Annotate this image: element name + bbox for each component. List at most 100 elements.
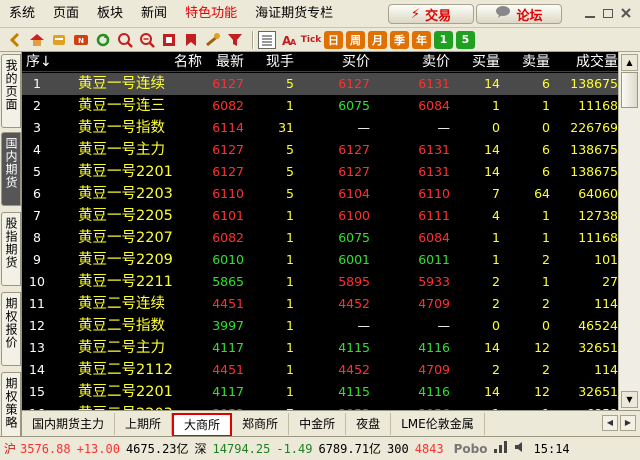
column-header-ask[interactable]: 卖价 — [402, 52, 450, 72]
table-row[interactable]: 13 黄豆二号主力 4117 1 4115 4116 14 12 32651 — [22, 337, 618, 359]
layers-icon[interactable] — [50, 31, 68, 49]
table-row[interactable]: 15 黄豆二号2201 4117 1 4115 4116 14 12 32651 — [22, 381, 618, 403]
tab-lme[interactable]: LME伦敦金属 — [391, 412, 485, 435]
table-row[interactable]: 5 黄豆一号2201 6127 5 6127 6131 14 6 138675 — [22, 161, 618, 183]
bookmark-icon[interactable] — [182, 31, 200, 49]
sidebar-tab-option-quotes[interactable]: 期权报价 — [1, 292, 21, 366]
period-year-button[interactable]: 年 — [412, 30, 431, 49]
period-month-button[interactable]: 月 — [368, 30, 387, 49]
table-row[interactable]: 6 黄豆一号2203 6110 5 6104 6110 7 64 64060 — [22, 183, 618, 205]
forum-button[interactable]: 论坛 — [476, 4, 562, 24]
tab-cffex[interactable]: 中金所 — [289, 412, 347, 435]
zoom-in-icon[interactable] — [116, 31, 134, 49]
home-icon[interactable] — [28, 31, 46, 49]
menu-featured[interactable]: 特色功能 — [176, 0, 246, 28]
tab-scroll-right-icon[interactable]: ▶ — [620, 415, 636, 431]
minimize-icon[interactable] — [582, 5, 598, 21]
row-bid-volume: 7 — [492, 186, 500, 201]
tab-shfe[interactable]: 上期所 — [115, 412, 173, 435]
toolbar: N AA Tick 日 周 月 季 年 1 5 — [0, 28, 640, 52]
table-row[interactable]: 4 黄豆一号主力 6127 5 6127 6131 14 6 138675 — [22, 139, 618, 161]
row-last-price: 4117 — [212, 384, 244, 399]
vertical-scrollbar[interactable]: ▲ ▼ — [618, 52, 640, 410]
tools-icon[interactable] — [204, 31, 222, 49]
menu-sector[interactable]: 板块 — [88, 0, 132, 28]
row-name: 黄豆一号2203 — [78, 186, 173, 202]
menu-system[interactable]: 系统 — [0, 0, 44, 28]
row-bid: 6127 — [338, 76, 370, 91]
row-ask-volume: 12 — [534, 384, 550, 399]
sidebar-tab-index-futures[interactable]: 股指期货 — [1, 212, 21, 286]
grid-icon[interactable] — [160, 31, 178, 49]
row-turnover: 138675 — [570, 142, 618, 157]
column-header-bid-volume[interactable]: 买量 — [462, 52, 500, 72]
period-5min-button[interactable]: 5 — [456, 30, 475, 49]
sidebar-tab-option-strategy[interactable]: 期权策略 — [1, 372, 21, 438]
table-row[interactable]: 9 黄豆一号2209 6010 1 6001 6011 1 2 101 — [22, 249, 618, 271]
menu-news[interactable]: 新闻 — [132, 0, 176, 28]
refresh-icon[interactable] — [94, 31, 112, 49]
table-row[interactable]: 14 黄豆二号2112 4451 1 4452 4709 2 2 114 — [22, 359, 618, 381]
scroll-thumb[interactable] — [621, 72, 638, 108]
row-ask-volume: 0 — [542, 318, 550, 333]
zoom-out-icon[interactable] — [138, 31, 156, 49]
column-header-bid[interactable]: 买价 — [322, 52, 370, 72]
table-row[interactable]: 2 黄豆一号连三 6082 1 6075 6084 1 1 11168 — [22, 95, 618, 117]
column-header-ask-volume[interactable]: 卖量 — [512, 52, 550, 72]
period-week-button[interactable]: 周 — [346, 30, 365, 49]
column-header-last[interactable]: 最新 — [202, 52, 244, 72]
scroll-down-icon[interactable]: ▼ — [621, 391, 638, 408]
table-row[interactable]: 8 黄豆一号2207 6082 1 6075 6084 1 1 11168 — [22, 227, 618, 249]
row-turnover: 114 — [594, 296, 618, 311]
news-icon[interactable]: N — [72, 31, 90, 49]
back-arrow-icon[interactable] — [6, 31, 24, 49]
menu-page[interactable]: 页面 — [44, 0, 88, 28]
sidebar-tab-my-page[interactable]: 我的页面 — [1, 54, 21, 128]
brand-logo: Pobo — [453, 441, 488, 456]
toolbar-divider — [252, 30, 254, 49]
row-index: 16 — [24, 403, 50, 410]
tab-dce[interactable]: 大商所 — [172, 412, 233, 437]
row-index: 13 — [29, 340, 45, 355]
column-header-volume[interactable]: 现手 — [252, 52, 294, 72]
table-row[interactable]: 12 黄豆二号指数 3997 1 — — 0 0 46524 — [22, 315, 618, 337]
row-name: 黄豆一号2201 — [78, 164, 173, 180]
row-index: 12 — [29, 318, 45, 333]
column-header-name[interactable]: 名称 — [132, 52, 202, 72]
tick-chart-icon[interactable]: Tick — [301, 31, 322, 49]
row-index: 10 — [29, 274, 45, 289]
table-row[interactable]: 1 黄豆一号连续 6127 5 6127 6131 14 6 138675 — [22, 73, 618, 95]
row-ask-volume: 1 — [542, 208, 550, 223]
text-size-icon[interactable]: AA — [280, 31, 298, 49]
table-row[interactable]: 16黄豆二号22033953739533956116853 — [22, 403, 618, 410]
table-row[interactable]: 3 黄豆一号指数 6114 31 — — 0 0 226769 — [22, 117, 618, 139]
list-view-icon[interactable] — [258, 30, 276, 49]
row-volume: 1 — [286, 340, 294, 355]
row-bid: 4115 — [338, 340, 370, 355]
row-volume: 5 — [286, 164, 294, 179]
close-icon[interactable] — [618, 5, 634, 21]
tab-czce[interactable]: 郑商所 — [232, 412, 290, 435]
tab-night-session[interactable]: 夜盘 — [346, 412, 392, 435]
row-bid-volume: 14 — [484, 142, 500, 157]
row-bid-volume: 2 — [492, 274, 500, 289]
scroll-up-icon[interactable]: ▲ — [621, 54, 638, 71]
row-last-price: 6082 — [212, 98, 244, 113]
column-header-seq[interactable]: 序↓ — [26, 52, 54, 72]
period-day-button[interactable]: 日 — [324, 30, 343, 49]
sidebar-tab-domestic-futures[interactable]: 国内期货 — [1, 132, 21, 206]
table-row[interactable]: 11 黄豆二号连续 4451 1 4452 4709 2 2 114 — [22, 293, 618, 315]
filter-icon[interactable] — [226, 31, 244, 49]
period-1min-button[interactable]: 1 — [434, 30, 453, 49]
row-bid-volume: 2 — [492, 362, 500, 377]
period-quarter-button[interactable]: 季 — [390, 30, 409, 49]
menu-haizheng-column[interactable]: 海证期货专栏 — [246, 0, 342, 28]
column-header-turnover[interactable]: 成交量 — [558, 52, 618, 72]
tab-scroll-left-icon[interactable]: ◀ — [602, 415, 618, 431]
restore-icon[interactable] — [600, 5, 616, 21]
tab-domestic-main[interactable]: 国内期货主力 — [22, 412, 116, 435]
table-row[interactable]: 7 黄豆一号2205 6101 1 6100 6111 4 1 12738 — [22, 205, 618, 227]
table-row[interactable]: 10 黄豆一号2211 5865 1 5895 5933 2 1 27 — [22, 271, 618, 293]
sound-icon[interactable] — [514, 441, 528, 456]
trade-button[interactable]: ⚡ 交易 — [388, 4, 474, 24]
